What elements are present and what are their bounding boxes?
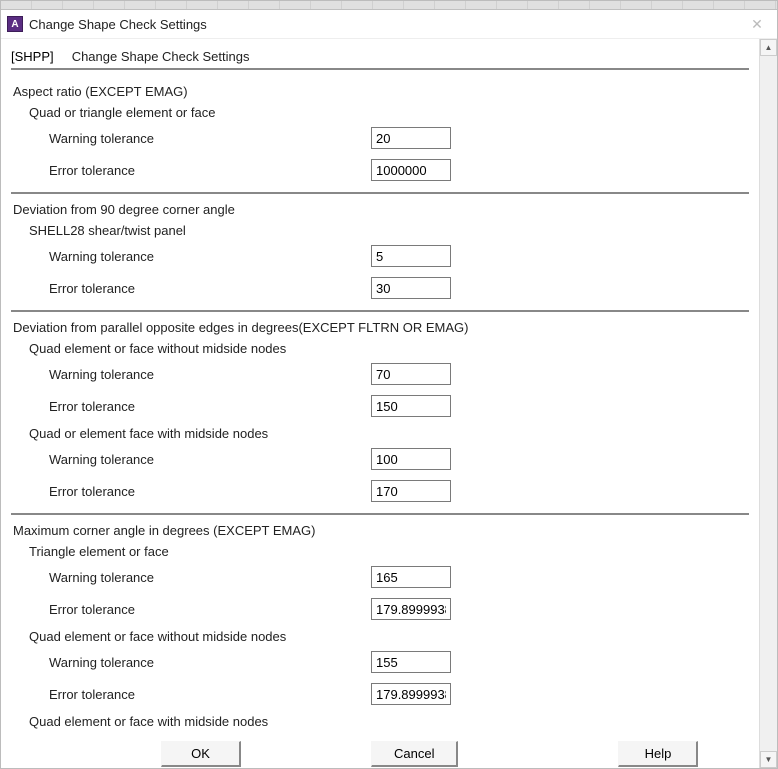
dev90-warning-input[interactable] [371,245,451,267]
section-maxcorner-header: Maximum corner angle in degrees (EXCEPT … [11,513,749,540]
scroll-up-icon[interactable]: ▲ [760,39,777,56]
command-desc: Change Shape Check Settings [72,49,250,64]
section-devpar-sub2: Quad or element face with midside nodes [11,422,749,443]
devpar-error1-input[interactable] [371,395,451,417]
aspect-error-input[interactable] [371,159,451,181]
devpar-warning1-row: Warning tolerance [11,358,749,390]
maxcorner-error2-input[interactable] [371,683,451,705]
maxcorner-warning1-row: Warning tolerance [11,561,749,593]
maxcorner-warning1-input[interactable] [371,566,451,588]
window-title: Change Shape Check Settings [29,17,207,32]
devpar-warning2-input[interactable] [371,448,451,470]
aspect-error-label: Error tolerance [11,163,371,178]
dev90-error-row: Error tolerance [11,272,749,304]
section-aspect-header: Aspect ratio (EXCEPT EMAG) [11,78,749,101]
devpar-warning2-row: Warning tolerance [11,443,749,475]
dev90-warning-row: Warning tolerance [11,240,749,272]
maxcorner-error2-label: Error tolerance [11,687,371,702]
section-maxcorner-sub3: Quad element or face with midside nodes [11,710,749,731]
cancel-button[interactable]: Cancel [371,741,458,767]
maxcorner-error1-label: Error tolerance [11,602,371,617]
content-area: [SHPP] Change Shape Check Settings Aspec… [1,39,759,768]
section-maxcorner-sub1: Triangle element or face [11,540,749,561]
section-maxcorner-sub2: Quad element or face without midside nod… [11,625,749,646]
maxcorner-error2-row: Error tolerance [11,678,749,710]
devpar-warning1-input[interactable] [371,363,451,385]
maxcorner-warning2-label: Warning tolerance [11,655,371,670]
button-row: OK Cancel Help [11,731,749,768]
ok-button[interactable]: OK [161,741,241,767]
maxcorner-warning1-label: Warning tolerance [11,570,371,585]
dialog-body: [SHPP] Change Shape Check Settings Aspec… [1,39,777,768]
devpar-warning1-label: Warning tolerance [11,367,371,382]
devpar-error2-label: Error tolerance [11,484,371,499]
titlebar: A Change Shape Check Settings ✕ [1,10,777,39]
devpar-error1-label: Error tolerance [11,399,371,414]
dev90-error-label: Error tolerance [11,281,371,296]
dev90-error-input[interactable] [371,277,451,299]
help-button[interactable]: Help [618,741,698,767]
devpar-error2-input[interactable] [371,480,451,502]
dev90-warning-label: Warning tolerance [11,249,371,264]
section-devpar-header: Deviation from parallel opposite edges i… [11,310,749,337]
section-devpar-sub1: Quad element or face without midside nod… [11,337,749,358]
scroll-down-icon[interactable]: ▼ [760,751,777,768]
dialog-window: A Change Shape Check Settings ✕ [SHPP] C… [0,0,778,769]
command-line: [SHPP] Change Shape Check Settings [11,47,749,70]
vertical-scrollbar[interactable]: ▲ ▼ [759,39,777,768]
close-icon[interactable]: ✕ [747,15,767,35]
aspect-warning-input[interactable] [371,127,451,149]
maxcorner-warning2-row: Warning tolerance [11,646,749,678]
section-dev90-header: Deviation from 90 degree corner angle [11,192,749,219]
maxcorner-error1-row: Error tolerance [11,593,749,625]
devpar-warning2-label: Warning tolerance [11,452,371,467]
app-icon: A [7,16,23,32]
devpar-error1-row: Error tolerance [11,390,749,422]
window-top-edge [1,1,777,10]
aspect-warning-row: Warning tolerance [11,122,749,154]
maxcorner-warning2-input[interactable] [371,651,451,673]
section-aspect-sub: Quad or triangle element or face [11,101,749,122]
maxcorner-error1-input[interactable] [371,598,451,620]
command-code: [SHPP] [11,49,54,64]
aspect-warning-label: Warning tolerance [11,131,371,146]
section-dev90-sub: SHELL28 shear/twist panel [11,219,749,240]
aspect-error-row: Error tolerance [11,154,749,186]
devpar-error2-row: Error tolerance [11,475,749,507]
